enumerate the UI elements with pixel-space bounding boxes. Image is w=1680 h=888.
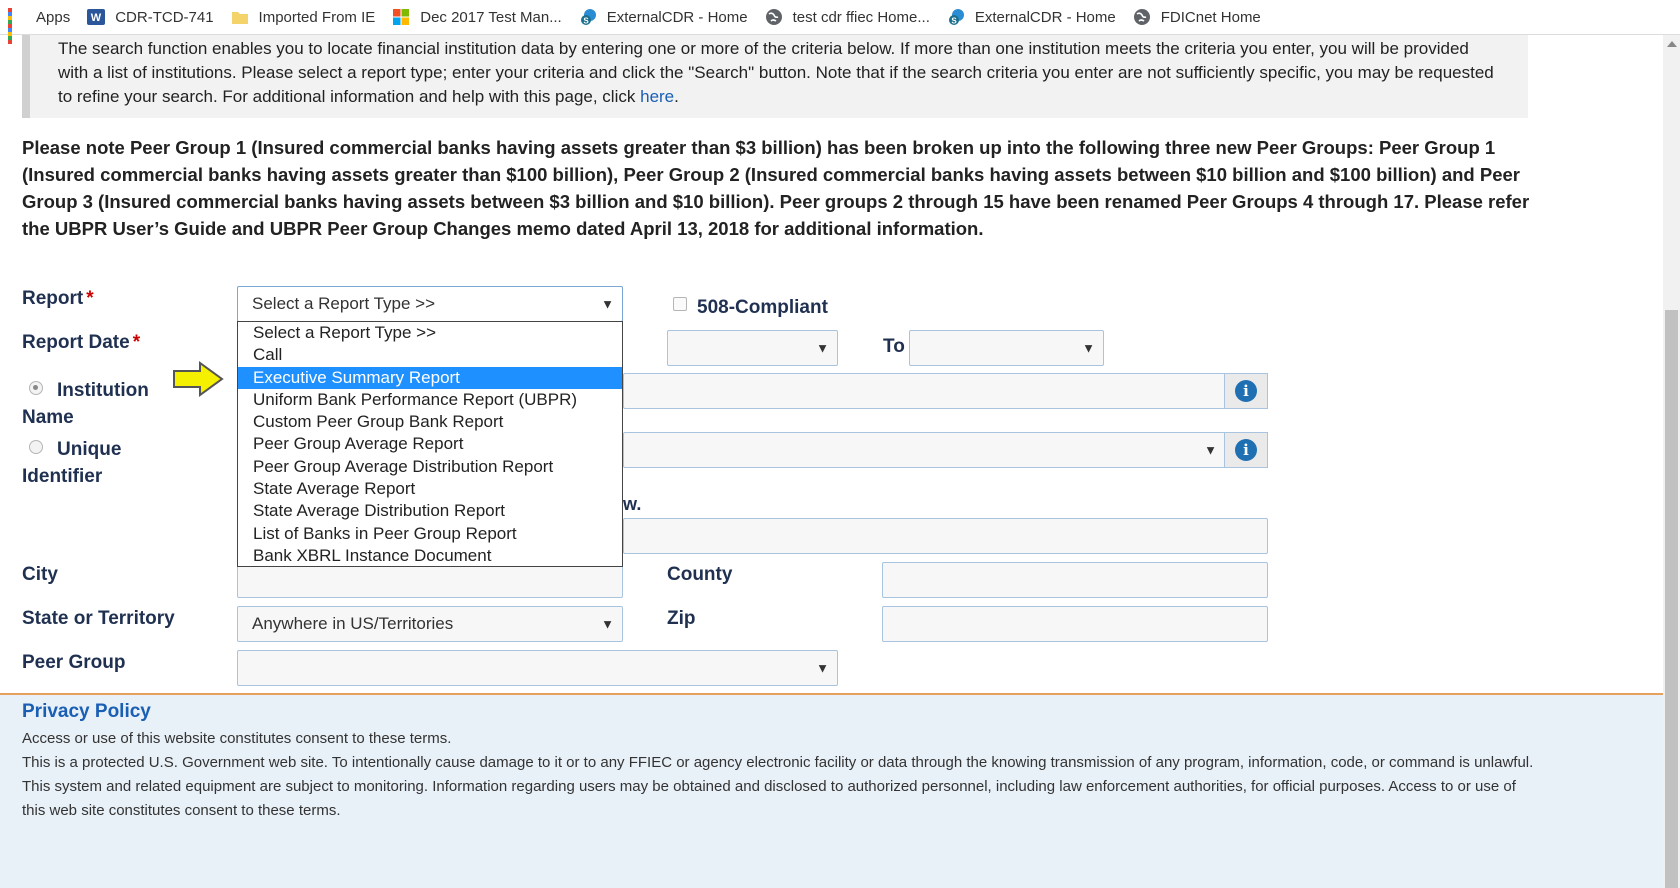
windows-logo-icon	[393, 9, 410, 25]
dropdown-option[interactable]: List of Banks in Peer Group Report	[238, 523, 622, 545]
institution-name-info-button[interactable]: i	[1224, 373, 1268, 409]
unique-identifier-select[interactable]: ▼	[623, 432, 1226, 468]
report-type-dropdown-list: Select a Report Type >> Call Executive S…	[237, 321, 623, 567]
yellow-arrow-icon	[173, 361, 224, 397]
state-label: State or Territory	[22, 608, 175, 629]
dropdown-option[interactable]: Peer Group Average Report	[238, 433, 622, 455]
vertical-scrollbar[interactable]	[1663, 35, 1680, 888]
required-marker: *	[86, 288, 94, 309]
instructions-tail: .	[674, 87, 679, 106]
required-marker: *	[132, 332, 141, 353]
state-value: Anywhere in US/Territories	[252, 614, 454, 633]
report-type-select[interactable]: Select a Report Type >> ▼	[237, 286, 623, 322]
instructions-text: The search function enables you to locat…	[58, 39, 1494, 106]
dropdown-option[interactable]: Uniform Bank Performance Report (UBPR)	[238, 389, 622, 411]
city-input[interactable]	[237, 562, 623, 598]
bookmark-label: test cdr ffiec Home...	[792, 8, 930, 26]
report-date-label-text: Report Date	[22, 332, 130, 353]
bookmark-fdicnet[interactable]: FDICnet Home	[1125, 0, 1270, 34]
institution-name-radio[interactable]	[29, 381, 43, 395]
institution-name-label-1: Institution	[57, 380, 149, 401]
bookmark-label: Apps	[36, 8, 71, 26]
bookmark-externalcdr-1[interactable]: S ExternalCDR - Home	[571, 0, 757, 34]
bookmark-apps[interactable]: Apps	[0, 0, 79, 44]
dropdown-option-selected[interactable]: Executive Summary Report	[238, 366, 622, 389]
508-compliant-label: 508-Compliant	[697, 297, 828, 318]
to-label: To	[883, 336, 905, 357]
bookmarks-bar: Apps W CDR-TCD-741 Imported From IE Dec …	[0, 0, 1680, 44]
chevron-down-icon: ▼	[601, 296, 614, 312]
bookmark-label: CDR-TCD-741	[115, 8, 214, 26]
unique-identifier-label-2: Identifier	[22, 466, 103, 487]
sharepoint-icon: S	[580, 9, 596, 26]
state-select[interactable]: Anywhere in US/Territories ▼	[237, 606, 623, 642]
unique-identifier-label-1: Unique	[57, 439, 122, 460]
peer-group-label: Peer Group	[22, 652, 126, 673]
bookmark-imported-ie[interactable]: Imported From IE	[223, 0, 385, 34]
chevron-down-icon: ▼	[816, 340, 829, 356]
privacy-footer: Privacy Policy Access or use of this web…	[0, 693, 1663, 888]
bookmark-label: ExternalCDR - Home	[606, 8, 748, 26]
dropdown-option[interactable]: State Average Report	[238, 478, 622, 500]
word-doc-icon: W	[87, 9, 106, 25]
peer-group-select[interactable]: ▼	[237, 650, 838, 686]
dropdown-option[interactable]: Call	[238, 344, 622, 366]
bookmark-label: ExternalCDR - Home	[974, 8, 1116, 26]
county-label: County	[667, 564, 733, 585]
institution-name-input[interactable]	[623, 373, 1226, 409]
info-icon: i	[1235, 439, 1257, 461]
scroll-up-arrow-icon[interactable]	[1667, 41, 1677, 47]
bookmark-label: Imported From IE	[258, 8, 376, 26]
institution-name-label-2: Name	[22, 407, 74, 428]
sharepoint-icon: S	[948, 9, 964, 26]
help-link[interactable]: here	[640, 87, 674, 106]
report-date-label: Report Date *	[22, 332, 140, 354]
search-instructions: The search function enables you to locat…	[22, 35, 1528, 118]
svg-text:S: S	[583, 17, 589, 26]
city-label: City	[22, 564, 58, 585]
zip-label: Zip	[667, 608, 696, 629]
report-date-to-select[interactable]: ▼	[909, 330, 1104, 366]
partial-instruction-text: w.	[623, 494, 642, 514]
bookmark-test-cdr[interactable]: test cdr ffiec Home...	[757, 0, 939, 34]
info-icon: i	[1235, 380, 1257, 402]
dropdown-option[interactable]: Select a Report Type >>	[238, 322, 622, 344]
chevron-down-icon: ▼	[816, 660, 829, 676]
identifier-value-input[interactable]	[623, 518, 1268, 554]
government-notice-text: This is a protected U.S. Government web …	[22, 754, 1534, 819]
peer-group-notice: Please note Peer Group 1 (Insured commer…	[22, 137, 1530, 239]
report-label: Report *	[22, 288, 94, 310]
bookmark-cdr-tcd[interactable]: W CDR-TCD-741	[79, 0, 222, 34]
svg-text:W: W	[91, 12, 102, 24]
508-compliant-checkbox[interactable]	[673, 297, 687, 311]
bookmark-dec-2017[interactable]: Dec 2017 Test Man...	[384, 0, 570, 34]
consent-text: Access or use of this website constitute…	[22, 730, 452, 747]
report-date-from-select[interactable]: ▼	[667, 330, 838, 366]
zip-input[interactable]	[882, 606, 1268, 642]
bookmark-label: FDICnet Home	[1160, 8, 1261, 26]
unique-identifier-radio[interactable]	[29, 440, 43, 454]
globe-icon	[765, 9, 782, 25]
dropdown-option[interactable]: Peer Group Average Distribution Report	[238, 456, 622, 478]
chevron-down-icon: ▼	[1082, 340, 1095, 356]
folder-icon	[231, 12, 248, 24]
privacy-policy-title[interactable]: Privacy Policy	[22, 701, 1663, 723]
report-type-value: Select a Report Type >>	[252, 294, 436, 313]
unique-identifier-info-button[interactable]: i	[1224, 432, 1268, 468]
scrollbar-thumb[interactable]	[1665, 310, 1678, 888]
chevron-down-icon: ▼	[1204, 442, 1217, 458]
bookmark-externalcdr-2[interactable]: S ExternalCDR - Home	[939, 0, 1125, 34]
bookmark-label: Dec 2017 Test Man...	[420, 8, 562, 26]
dropdown-option[interactable]: Bank XBRL Instance Document	[238, 545, 622, 567]
dropdown-option[interactable]: State Average Distribution Report	[238, 500, 622, 522]
svg-text:S: S	[951, 17, 957, 26]
dropdown-option[interactable]: Custom Peer Group Bank Report	[238, 411, 622, 433]
chevron-down-icon: ▼	[601, 616, 614, 632]
county-input[interactable]	[882, 562, 1268, 598]
globe-icon	[1133, 9, 1150, 25]
apps-grid-icon	[8, 8, 26, 44]
report-label-text: Report	[22, 288, 84, 309]
